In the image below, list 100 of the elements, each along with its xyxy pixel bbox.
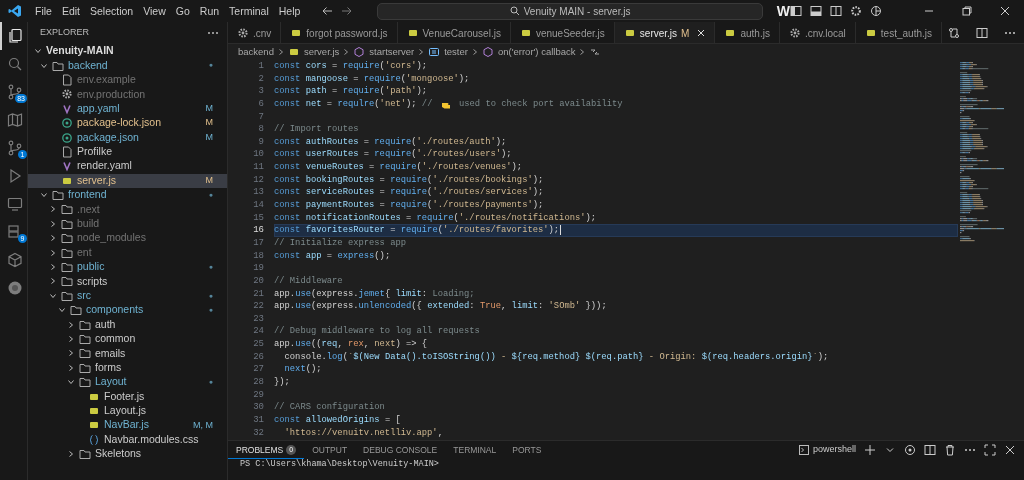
command-search-field[interactable]: Venuity MAIN - server.js	[377, 2, 763, 20]
chevron-down-icon[interactable]	[40, 61, 48, 70]
symbol-icon[interactable]	[589, 46, 602, 58]
chevron-right-icon[interactable]	[49, 277, 57, 286]
menu-item[interactable]: Selection	[85, 3, 139, 19]
js-file-icon	[519, 27, 532, 39]
file-tree-item[interactable]: server.js M	[28, 173, 227, 188]
search-icon	[509, 6, 520, 16]
file-tree-item[interactable]: env.production	[28, 87, 227, 102]
breadcrumb-item[interactable]: backend	[238, 44, 274, 60]
chevron-down-icon[interactable]	[40, 191, 48, 200]
chevron-right-icon[interactable]	[49, 263, 57, 272]
folder-tree-item[interactable]: ent	[28, 245, 227, 260]
editor-tab[interactable]: server.js M	[614, 22, 716, 43]
file-tree-item[interactable]: NavBar.js M, M	[28, 418, 227, 433]
sidebar-toggle-icon[interactable]	[790, 5, 802, 17]
split-layout-icon[interactable]	[830, 5, 842, 17]
forward-arrow-icon[interactable]	[341, 5, 354, 17]
panel-tab[interactable]: PORTS	[504, 441, 550, 459]
close-icon[interactable]	[1004, 444, 1016, 456]
panel-tab[interactable]: OUTPUT	[304, 441, 356, 459]
workspace-title[interactable]: Venuity-MAIN	[46, 43, 114, 60]
folder-tree-item[interactable]: build	[28, 216, 227, 232]
folder-icon	[61, 261, 73, 274]
menu-item[interactable]: Terminal	[224, 3, 274, 19]
breadcrumb-item[interactable]: server.js	[287, 44, 340, 60]
js-file-icon	[864, 27, 877, 39]
terminal-selector[interactable]: powershell	[798, 443, 856, 457]
folder-tree-item[interactable]: scripts	[28, 274, 227, 289]
settings-icon[interactable]	[850, 5, 862, 17]
file-tree-item[interactable]: Navbar.modules.css	[28, 432, 227, 447]
folder-tree-item[interactable]: Skeletons	[28, 446, 227, 462]
menu-item[interactable]: Run	[194, 3, 225, 19]
folder-tree-item[interactable]: forms	[28, 360, 227, 375]
breadcrumb-item[interactable]: tester	[428, 44, 468, 60]
file-tree-item[interactable]: env.example	[28, 72, 227, 88]
folder-tree-item[interactable]: common	[28, 331, 227, 347]
variable-icon	[428, 46, 441, 58]
panel-tab[interactable]: TERMINAL	[445, 441, 505, 459]
map-icon[interactable]	[7, 112, 23, 128]
chevron-right-icon[interactable]	[67, 363, 75, 372]
folder-icon	[61, 203, 73, 216]
close-icon[interactable]	[999, 5, 1011, 17]
maximize-icon[interactable]	[984, 444, 996, 456]
plus-icon[interactable]	[864, 444, 876, 456]
chevron-right-icon	[418, 48, 425, 56]
cube-icon[interactable]	[7, 252, 23, 268]
branch-icon[interactable]	[7, 140, 23, 156]
line-number: 1	[257, 60, 264, 73]
breadcrumb-item[interactable]: startserver	[353, 44, 415, 60]
trash-icon[interactable]	[944, 444, 956, 456]
folder-icon	[79, 318, 91, 331]
chevron-right-icon[interactable]	[49, 219, 57, 228]
chevron-down-icon[interactable]	[58, 306, 66, 315]
menu-item[interactable]: View	[138, 3, 171, 19]
folder-tree-item[interactable]: emails	[28, 346, 227, 361]
chevron-down-icon[interactable]	[49, 291, 57, 300]
file-tree-item[interactable]: app.yaml M	[28, 101, 227, 116]
chevron-down-icon[interactable]	[34, 47, 42, 56]
menu-item[interactable]: Help	[273, 3, 306, 19]
search-icon[interactable]	[7, 56, 23, 72]
split-terminal-icon[interactable]	[924, 444, 936, 456]
more-actions-icon[interactable]	[1004, 30, 1016, 35]
close-icon[interactable]	[697, 29, 706, 37]
split-editor-icon[interactable]	[976, 26, 988, 39]
chevron-right-icon[interactable]	[49, 205, 57, 214]
chevron-right-icon[interactable]	[67, 335, 75, 343]
chevron-right-icon[interactable]	[49, 234, 57, 243]
restore-icon[interactable]	[961, 5, 973, 17]
file-tree-item[interactable]: Footer.js	[28, 389, 227, 404]
back-arrow-icon[interactable]	[321, 5, 334, 17]
chevron-down-icon[interactable]	[67, 378, 75, 387]
chevron-right-icon[interactable]	[67, 349, 75, 358]
line-number: 22	[252, 300, 264, 313]
branch-icon[interactable]	[7, 84, 23, 100]
v-shape-icon	[61, 102, 73, 115]
file-tree-item[interactable]: Layout.js	[28, 403, 227, 419]
chevron-right-icon[interactable]	[67, 320, 75, 329]
breadcrumb-item[interactable]: on('error') callback	[481, 44, 576, 60]
panel-toggle-icon[interactable]	[810, 5, 822, 17]
folder-tree-item[interactable]: node_modules	[28, 231, 227, 246]
menu-item[interactable]: Edit	[56, 3, 85, 19]
round-logo-icon[interactable]	[7, 280, 23, 296]
folder-tree-item[interactable]: .next	[28, 202, 227, 217]
monitor-icon[interactable]	[7, 196, 23, 212]
compare-changes-icon[interactable]	[948, 26, 960, 39]
menu-item[interactable]: Go	[170, 3, 195, 19]
file-tree-item[interactable]: render.yaml	[28, 159, 227, 174]
line-number: 30	[252, 401, 264, 414]
file-tree-item[interactable]: package-lock.json M	[28, 115, 227, 131]
more-actions-icon[interactable]	[207, 31, 219, 35]
chevron-right-icon	[471, 48, 478, 56]
panel-tab[interactable]: DEBUG CONSOLE	[355, 441, 446, 459]
file-tree-item[interactable]: Profilke	[28, 144, 227, 160]
file-tree-item[interactable]: package.json M	[28, 130, 227, 145]
folder-tree-item[interactable]: auth	[28, 317, 227, 332]
chevron-right-icon[interactable]	[49, 248, 57, 257]
chevron-right-icon[interactable]	[67, 450, 75, 459]
files-icon[interactable]	[7, 28, 23, 44]
menu-item[interactable]: File	[30, 3, 57, 19]
